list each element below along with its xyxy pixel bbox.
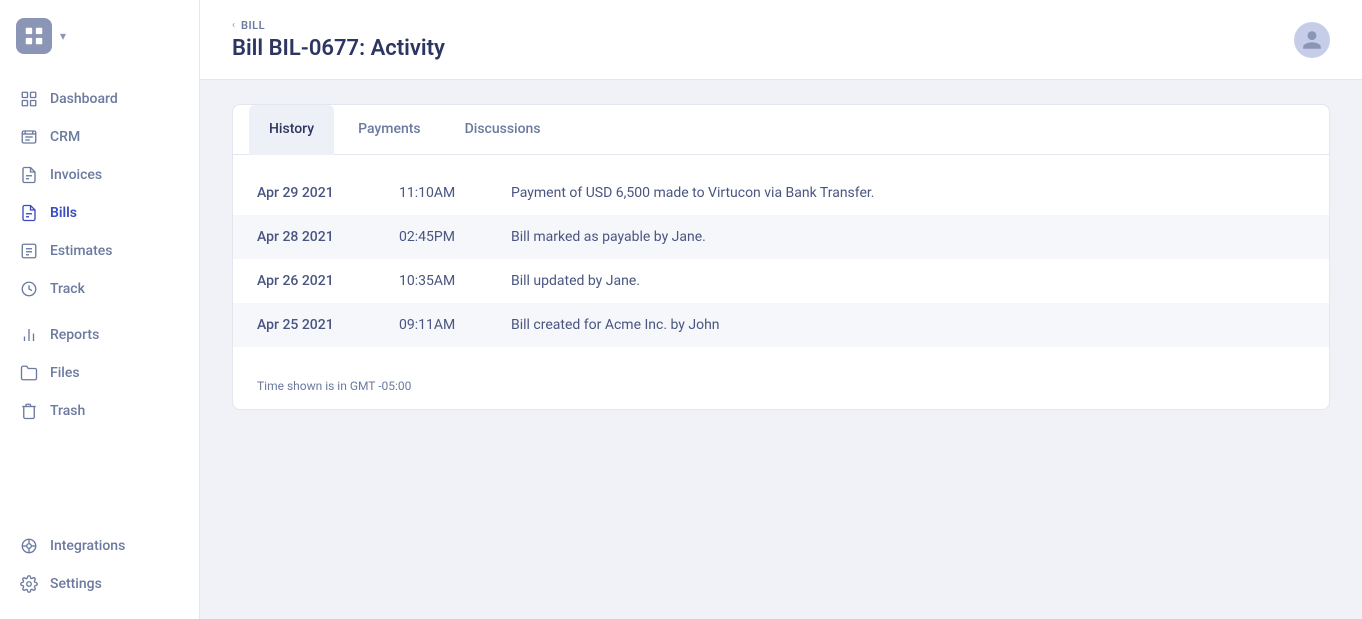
content-area: History Payments Discussions Apr 29 2021… — [200, 80, 1362, 619]
history-date-3: Apr 25 2021 — [257, 317, 367, 333]
history-date-0: Apr 29 2021 — [257, 185, 367, 201]
settings-icon — [20, 575, 38, 593]
sidebar-label-files: Files — [50, 365, 80, 381]
estimates-icon — [20, 242, 38, 260]
sidebar-item-settings[interactable]: Settings — [0, 565, 199, 603]
topbar-left: ‹ BILL Bill BIL-0677: Activity — [232, 19, 445, 61]
breadcrumb: ‹ BILL — [232, 19, 445, 32]
logo-svg — [23, 25, 45, 47]
sidebar-label-reports: Reports — [50, 327, 99, 343]
user-avatar[interactable] — [1294, 22, 1330, 58]
history-row: Apr 26 2021 10:35AM Bill updated by Jane… — [233, 259, 1329, 303]
tab-history[interactable]: History — [249, 105, 334, 155]
page-title: Bill BIL-0677: Activity — [232, 36, 445, 61]
sidebar-item-integrations[interactable]: Integrations — [0, 527, 199, 565]
history-table: Apr 29 2021 11:10AM Payment of USD 6,500… — [233, 155, 1329, 363]
breadcrumb-text: BILL — [241, 19, 265, 32]
history-time-1: 02:45PM — [399, 229, 479, 245]
history-time-2: 10:35AM — [399, 273, 479, 289]
track-icon — [20, 280, 38, 298]
sidebar-label-dashboard: Dashboard — [50, 91, 118, 107]
tabs-bar: History Payments Discussions — [233, 105, 1329, 155]
integrations-icon — [20, 537, 38, 555]
history-row: Apr 29 2021 11:10AM Payment of USD 6,500… — [233, 171, 1329, 215]
tab-discussions[interactable]: Discussions — [445, 105, 561, 155]
sidebar-bottom: Integrations Settings — [0, 519, 199, 619]
sidebar-label-track: Track — [50, 281, 85, 297]
sidebar-item-invoices[interactable]: Invoices — [0, 156, 199, 194]
sidebar-item-track[interactable]: Track — [0, 270, 199, 308]
history-row: Apr 28 2021 02:45PM Bill marked as payab… — [233, 215, 1329, 259]
topbar-right — [1294, 22, 1330, 58]
sidebar-label-crm: CRM — [50, 129, 80, 145]
main-content: ‹ BILL Bill BIL-0677: Activity History P… — [200, 0, 1362, 619]
sidebar-item-reports[interactable]: Reports — [0, 316, 199, 354]
sidebar-label-trash: Trash — [50, 403, 85, 419]
app-logo[interactable]: ▾ — [0, 0, 199, 72]
history-time-3: 09:11AM — [399, 317, 479, 333]
sidebar: ▾ Dashboard — [0, 0, 200, 619]
timezone-note: Time shown is in GMT -05:00 — [233, 363, 1329, 409]
crm-icon — [20, 128, 38, 146]
history-time-0: 11:10AM — [399, 185, 479, 201]
topbar: ‹ BILL Bill BIL-0677: Activity — [200, 0, 1362, 80]
sidebar-label-integrations: Integrations — [50, 538, 125, 554]
history-desc-2: Bill updated by Jane. — [511, 273, 1305, 289]
history-desc-3: Bill created for Acme Inc. by John — [511, 317, 1305, 333]
files-icon — [20, 364, 38, 382]
user-avatar-icon — [1301, 29, 1323, 51]
sidebar-label-invoices: Invoices — [50, 167, 102, 183]
breadcrumb-chevron-icon: ‹ — [232, 20, 235, 31]
sidebar-item-estimates[interactable]: Estimates — [0, 232, 199, 270]
sidebar-item-files[interactable]: Files — [0, 354, 199, 392]
sidebar-item-dashboard[interactable]: Dashboard — [0, 80, 199, 118]
dashboard-icon — [20, 90, 38, 108]
history-row: Apr 25 2021 09:11AM Bill created for Acm… — [233, 303, 1329, 347]
tab-payments[interactable]: Payments — [338, 105, 441, 155]
sidebar-label-settings: Settings — [50, 576, 102, 592]
invoices-icon — [20, 166, 38, 184]
logo-chevron-icon: ▾ — [60, 29, 66, 43]
bills-icon — [20, 204, 38, 222]
sidebar-label-bills: Bills — [50, 205, 77, 221]
trash-icon — [20, 402, 38, 420]
sidebar-item-crm[interactable]: CRM — [0, 118, 199, 156]
sidebar-item-trash[interactable]: Trash — [0, 392, 199, 430]
sidebar-nav: Dashboard CRM — [0, 72, 199, 519]
history-date-1: Apr 28 2021 — [257, 229, 367, 245]
logo-icon — [16, 18, 52, 54]
history-date-2: Apr 26 2021 — [257, 273, 367, 289]
history-desc-0: Payment of USD 6,500 made to Virtucon vi… — [511, 185, 1305, 201]
content-card: History Payments Discussions Apr 29 2021… — [232, 104, 1330, 410]
history-desc-1: Bill marked as payable by Jane. — [511, 229, 1305, 245]
sidebar-label-estimates: Estimates — [50, 243, 112, 259]
reports-icon — [20, 326, 38, 344]
sidebar-item-bills[interactable]: Bills — [0, 194, 199, 232]
